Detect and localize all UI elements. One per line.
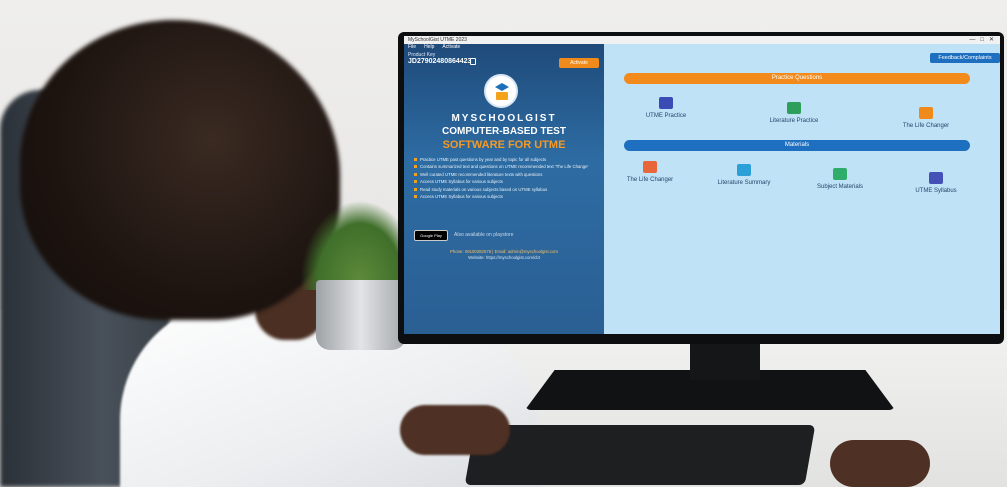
tile-utme-practice[interactable]: UTME Practice (626, 97, 706, 119)
google-play-label: Google Play (420, 233, 442, 238)
plant-pot (316, 280, 406, 350)
feedback-button[interactable]: Feedback/Complaints (930, 53, 1000, 63)
syllabus-icon (929, 172, 943, 184)
practice-questions-label: Practice Questions (771, 75, 823, 81)
tile-label: Literature Practice (769, 118, 819, 124)
activate-button-label: Activate (570, 60, 588, 66)
window-controls: — □ ✕ (969, 36, 994, 44)
feature-item: Access UTME Syllabus for various subject… (414, 178, 599, 185)
laptop-icon (659, 97, 673, 109)
tile-label: The Life Changer (626, 177, 674, 183)
minimize-button[interactable]: — (969, 37, 975, 43)
brand-name: MYSCHOOLGIST (451, 113, 557, 124)
myschoolgist-logo (484, 74, 518, 108)
google-play-badge[interactable]: Google Play (414, 230, 448, 241)
open-book-icon (737, 164, 751, 176)
tile-label: UTME Syllabus (915, 188, 957, 194)
practice-questions-header: Practice Questions (624, 73, 970, 84)
tile-subject-materials[interactable]: Subject Materials (800, 168, 880, 190)
feature-item: Read study materials on various subjects… (414, 186, 599, 193)
tile-the-life-changer[interactable]: The Life Changer (610, 161, 690, 183)
tile-literature-practice[interactable]: Literature Practice (754, 102, 834, 124)
right-panel: Feedback/Complaints Practice Questions U… (604, 44, 1000, 334)
maximize-button[interactable]: □ (980, 37, 984, 43)
keyboard (464, 425, 816, 485)
feature-item: Contains summarized text and questions o… (414, 163, 599, 170)
window-titlebar: MySchoolGist UTME 2023 — □ ✕ (404, 36, 1000, 44)
window-title: MySchoolGist UTME 2023 (408, 37, 467, 43)
also-available-text: Also available on playstore (454, 232, 514, 238)
book-icon (643, 161, 657, 173)
tile-label: The Life Changer (902, 123, 950, 129)
brand-tagline-2: SOFTWARE FOR UTME (442, 139, 566, 151)
feature-list: Practice UTME past questions by year and… (414, 156, 599, 200)
feature-item: Access UTME Syllabus for various subject… (414, 193, 599, 200)
book-icon (496, 92, 508, 100)
tile-literature-summary[interactable]: Literature Summary (704, 164, 784, 186)
product-key-value: JD27902480864423 (408, 58, 472, 65)
right-hand (830, 440, 930, 487)
feedback-button-label: Feedback/Complaints (938, 55, 992, 61)
materials-header: Materials (624, 140, 970, 151)
tile-utme-syllabus[interactable]: UTME Syllabus (896, 172, 976, 194)
folder-icon (833, 168, 847, 180)
menu-bar: File Help Activate (404, 44, 604, 51)
tile-label: UTME Practice (645, 113, 687, 119)
contact-info: Phone: 09100282576 | Email: admin@myscho… (450, 249, 558, 254)
menu-file[interactable]: File (408, 44, 416, 51)
tile-the-life-changer-practice[interactable]: The Life Changer (886, 107, 966, 129)
menu-activate[interactable]: Activate (442, 44, 460, 51)
brand-tagline-1: COMPUTER-BASED TEST (442, 126, 566, 137)
website-info: Website: https://myschoolgist.com/cbt (468, 255, 540, 260)
tile-label: Literature Summary (717, 180, 771, 186)
menu-help[interactable]: Help (424, 44, 434, 51)
tile-label: Subject Materials (816, 184, 864, 190)
feature-item: Well curated UTME recommended literature… (414, 171, 599, 178)
left-hand (400, 405, 510, 455)
monitor-icon (787, 102, 801, 114)
materials-label: Materials (784, 142, 810, 148)
close-button[interactable]: ✕ (989, 37, 994, 43)
book-icon (919, 107, 933, 119)
activate-button[interactable]: Activate (559, 58, 599, 68)
feature-item: Practice UTME past questions by year and… (414, 156, 599, 163)
left-panel: File Help Activate Product Key JD2790248… (404, 44, 604, 334)
copy-icon[interactable] (470, 58, 476, 65)
app-window: MySchoolGist UTME 2023 — □ ✕ File Help A… (404, 36, 1000, 334)
